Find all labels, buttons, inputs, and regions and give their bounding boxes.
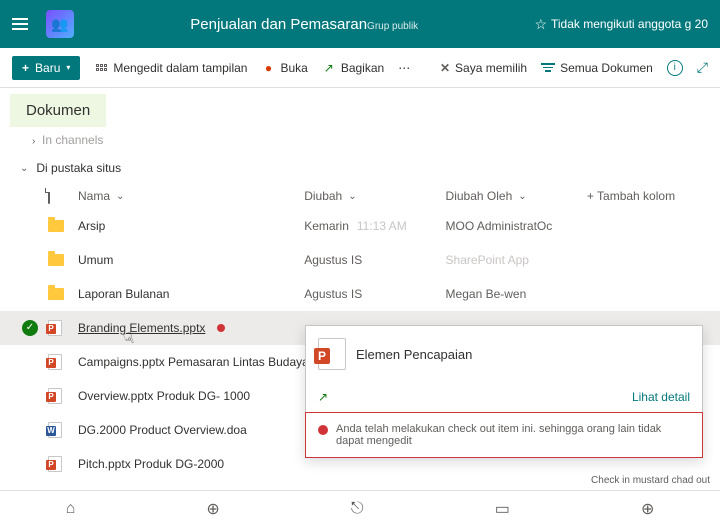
star-icon: ☆ — [534, 16, 547, 33]
selection-toggle[interactable]: ✕ Saya memilih — [440, 61, 527, 75]
modified-cell: Kemarin11:13 AM — [304, 219, 445, 233]
follow-label: Tidak mengikuti anggota g 20 — [551, 17, 708, 31]
site-library-group[interactable]: ⌄ Di pustaka situs — [0, 153, 720, 183]
bottom-navigation: ⌂ ⊕ ⎋ ▭ ⊕ — [0, 490, 720, 526]
globe-icon[interactable]: ⊕ — [206, 499, 219, 519]
share-button[interactable]: ↗ Bagikan — [322, 61, 384, 75]
chevron-down-icon: ⌄ — [348, 191, 356, 202]
chevron-down-icon: ⌄ — [116, 191, 124, 202]
filter-icon — [541, 63, 555, 72]
page-title: Penjualan dan PemasaranGrup publik — [74, 16, 534, 33]
column-modified[interactable]: Diubah ⌄ — [304, 189, 445, 203]
share-icon: ↗ — [322, 61, 336, 75]
home-icon[interactable]: ⌂ — [66, 500, 76, 518]
folder-row[interactable]: Laporan BulananAgustus ISMegan Be-wen — [0, 277, 720, 311]
selected-check-icon: ✓ — [22, 320, 38, 336]
document-icon[interactable]: ▭ — [495, 499, 510, 519]
info-icon: i — [667, 60, 683, 76]
new-button[interactable]: + Baru ▾ — [12, 56, 80, 80]
command-bar: + Baru ▾ Mengedit dalam tampilan ● Buka … — [0, 48, 720, 88]
add-column-button[interactable]: + Tambah kolom — [587, 189, 700, 203]
menu-icon[interactable] — [12, 12, 36, 36]
in-channels-group[interactable]: › In channels — [0, 127, 720, 153]
pin-icon[interactable]: ⎋ — [351, 500, 364, 518]
site-library-label: Di pustaka situs — [36, 161, 121, 175]
file-name[interactable]: Laporan Bulanan — [78, 287, 304, 301]
checked-out-icon — [217, 324, 225, 332]
column-type[interactable] — [48, 189, 78, 203]
selection-label: Saya memilih — [455, 61, 527, 75]
word-icon — [48, 422, 62, 438]
share-label: Bagikan — [341, 61, 384, 75]
hover-card-title: Elemen Pencapaian — [356, 347, 472, 362]
powerpoint-icon — [318, 338, 346, 370]
chevron-down-icon: ⌄ — [518, 191, 526, 202]
expand-button[interactable]: ⤢ — [697, 59, 708, 76]
warning-icon — [318, 425, 328, 435]
chevron-right-icon: › — [32, 136, 35, 147]
view-detail-link[interactable]: Lihat detail — [632, 390, 690, 404]
edit-in-view-label: Mengedit dalam tampilan — [113, 61, 247, 75]
powerpoint-icon — [48, 388, 62, 404]
modified-by-cell: SharePoint App — [446, 253, 587, 267]
checkin-status-text: Check in mustard chad out — [591, 475, 710, 486]
file-name[interactable]: Umum — [78, 253, 304, 267]
modified-by-cell: MOO AdministratOc — [446, 219, 587, 233]
document-icon — [48, 188, 50, 204]
checkout-warning: Anda telah melakukan check out item ini.… — [305, 412, 703, 458]
site-title-text: Penjualan dan Pemasaran — [190, 16, 367, 33]
powerpoint-icon — [48, 354, 62, 370]
folder-icon — [48, 254, 64, 266]
edit-in-view-button[interactable]: Mengedit dalam tampilan — [94, 61, 247, 75]
folder-icon — [48, 288, 64, 300]
column-name[interactable]: Nama ⌄ — [78, 189, 304, 203]
details-pane-toggle[interactable]: i — [667, 60, 683, 76]
column-headers: Nama ⌄ Diubah ⌄ Diubah Oleh ⌄ + Tambah k… — [0, 183, 720, 209]
documents-heading: Dokumen — [10, 94, 106, 127]
add-icon[interactable]: ⊕ — [641, 499, 654, 519]
open-icon: ● — [261, 61, 275, 75]
powerpoint-icon — [48, 320, 62, 336]
folder-row[interactable]: ArsipKemarin11:13 AMMOO AdministratOc — [0, 209, 720, 243]
column-modified-by[interactable]: Diubah Oleh ⌄ — [446, 189, 587, 203]
file-name[interactable]: Arsip — [78, 219, 304, 233]
share-icon[interactable]: ↗ — [318, 390, 328, 404]
modified-cell: Agustus IS — [304, 287, 445, 301]
open-label: Buka — [280, 61, 307, 75]
app-header: 👥 Penjualan dan PemasaranGrup publik ☆ T… — [0, 0, 720, 48]
view-selector[interactable]: Semua Dokumen — [541, 61, 653, 75]
file-name[interactable]: Pitch.pptx Produk DG-2000 — [78, 457, 700, 471]
close-icon: ✕ — [440, 61, 450, 75]
chevron-down-icon: ▾ — [66, 63, 70, 72]
modified-by-cell: Megan Be-wen — [446, 287, 587, 301]
more-actions-button[interactable]: ⋯ — [398, 61, 410, 75]
powerpoint-icon — [48, 456, 62, 472]
modified-cell: Agustus IS — [304, 253, 445, 267]
file-hover-card: Elemen Pencapaian ↗ Lihat detail Anda te… — [305, 325, 703, 458]
ellipsis-icon: ⋯ — [398, 61, 410, 75]
new-button-label: Baru — [35, 61, 60, 75]
grid-icon — [94, 61, 108, 75]
expand-icon: ⤢ — [697, 59, 708, 76]
in-channels-label: In channels — [42, 133, 103, 147]
open-button[interactable]: ● Buka — [261, 61, 307, 75]
folder-row[interactable]: UmumAgustus ISSharePoint App — [0, 243, 720, 277]
chevron-down-icon: ⌄ — [20, 163, 28, 174]
plus-icon: + — [22, 61, 29, 75]
warning-text: Anda telah melakukan check out item ini.… — [336, 423, 690, 447]
folder-icon — [48, 220, 64, 232]
follow-toggle[interactable]: ☆ Tidak mengikuti anggota g 20 — [534, 16, 708, 33]
site-logo[interactable]: 👥 — [46, 10, 74, 38]
view-label: Semua Dokumen — [560, 61, 653, 75]
group-type-label: Grup publik — [367, 21, 418, 32]
